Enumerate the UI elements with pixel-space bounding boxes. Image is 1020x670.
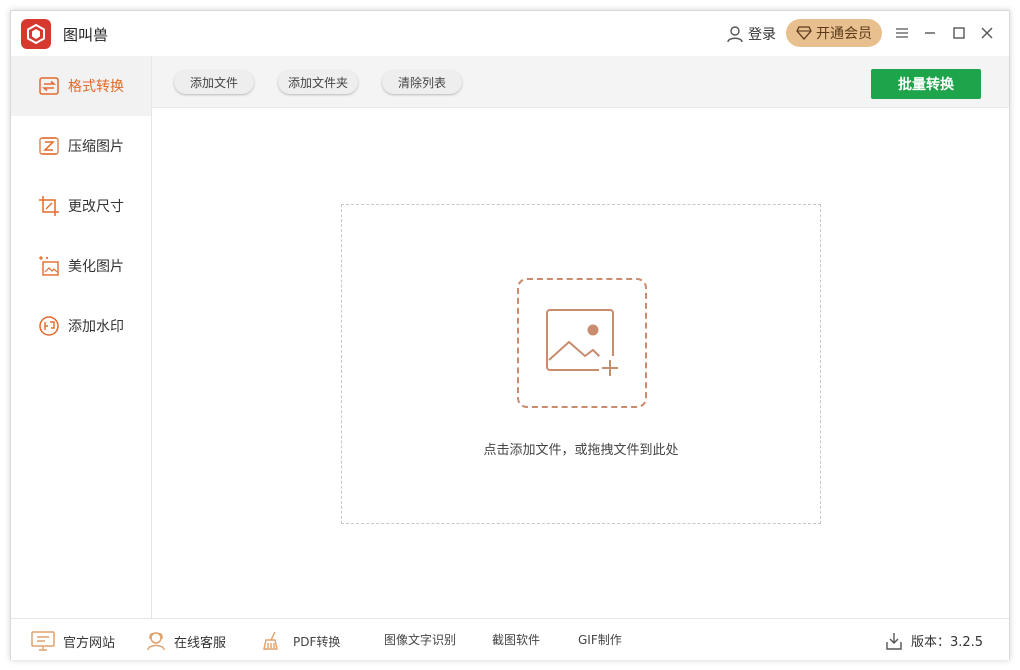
add-folder-button[interactable]: 添加文件夹 bbox=[278, 70, 358, 94]
add-file-button[interactable]: 添加文件 bbox=[174, 70, 254, 94]
toolbar: 添加文件 添加文件夹 清除列表 批量转换 bbox=[152, 56, 1009, 108]
add-image-box[interactable] bbox=[517, 278, 647, 408]
sidebar-item-label: 压缩图片 bbox=[68, 139, 124, 155]
diamond-icon bbox=[796, 26, 812, 40]
user-icon bbox=[727, 26, 743, 43]
file-drop-zone[interactable]: 点击添加文件，或拖拽文件到此处 bbox=[341, 204, 821, 524]
sidebar-item-format-convert[interactable]: 格式转换 bbox=[11, 56, 151, 116]
add-image-icon bbox=[546, 309, 623, 380]
close-button[interactable] bbox=[979, 25, 995, 41]
footer: 官方网站 在线客服 PDF转换 图像文字识别 截图软件 GIF制作 版本：3.2… bbox=[11, 618, 1009, 660]
maximize-button[interactable] bbox=[951, 25, 967, 41]
online-service-link[interactable]: 在线客服 bbox=[146, 631, 226, 651]
ocr-link[interactable]: 图像文字识别 bbox=[384, 631, 456, 648]
customer-service-icon bbox=[147, 632, 165, 651]
version-info[interactable]: 版本：3.2.5 bbox=[885, 631, 983, 650]
beautify-icon bbox=[39, 256, 59, 276]
screenshot-software-link[interactable]: 截图软件 bbox=[492, 631, 540, 648]
sidebar: 格式转换 压缩图片 更改尺寸 美化图片 添加水印 bbox=[11, 56, 152, 618]
login-button[interactable]: 登录 bbox=[726, 24, 776, 44]
minimize-icon bbox=[925, 32, 935, 34]
sidebar-item-label: 格式转换 bbox=[68, 79, 124, 95]
sidebar-item-resize[interactable]: 更改尺寸 bbox=[11, 176, 151, 236]
watermark-icon bbox=[39, 316, 59, 336]
minimize-button[interactable] bbox=[922, 25, 938, 41]
sidebar-item-watermark[interactable]: 添加水印 bbox=[11, 296, 151, 356]
login-label: 登录 bbox=[748, 27, 776, 43]
download-icon bbox=[886, 632, 902, 650]
gif-maker-link[interactable]: GIF制作 bbox=[578, 631, 622, 648]
vip-label: 开通会员 bbox=[816, 26, 872, 42]
pdf-convert-label: PDF转换 bbox=[293, 634, 341, 649]
title-bar: 图叫兽 登录 开通会员 bbox=[11, 11, 1009, 57]
convert-icon bbox=[39, 77, 59, 95]
version-label: 版本：3.2.5 bbox=[911, 635, 984, 650]
vip-button[interactable]: 开通会员 bbox=[786, 19, 882, 47]
sidebar-item-label: 更改尺寸 bbox=[68, 199, 124, 215]
compress-icon bbox=[39, 137, 59, 155]
app-logo-icon bbox=[21, 19, 51, 49]
menu-button[interactable] bbox=[894, 25, 910, 41]
sidebar-item-label: 添加水印 bbox=[68, 319, 124, 335]
sidebar-item-beautify[interactable]: 美化图片 bbox=[11, 236, 151, 296]
pdf-convert-link[interactable]: PDF转换 bbox=[261, 631, 340, 651]
drop-hint-text: 点击添加文件，或拖拽文件到此处 bbox=[483, 443, 679, 458]
broom-icon bbox=[263, 631, 278, 650]
online-service-label: 在线客服 bbox=[174, 635, 227, 651]
hamburger-icon bbox=[896, 28, 908, 38]
close-icon bbox=[981, 27, 993, 39]
crop-icon bbox=[39, 196, 59, 216]
batch-convert-button[interactable]: 批量转换 bbox=[871, 69, 981, 99]
app-window: 图叫兽 登录 开通会员 格式转换 压缩图片 更改尺寸 美化图片 添加水印 添加文… bbox=[10, 10, 1010, 660]
app-title: 图叫兽 bbox=[63, 26, 109, 44]
maximize-icon bbox=[953, 27, 965, 39]
sidebar-item-label: 美化图片 bbox=[68, 259, 124, 275]
sidebar-item-compress[interactable]: 压缩图片 bbox=[11, 116, 151, 176]
official-website-link[interactable]: 官方网站 bbox=[31, 631, 115, 651]
monitor-icon bbox=[31, 631, 55, 651]
clear-list-button[interactable]: 清除列表 bbox=[382, 70, 462, 94]
official-website-label: 官方网站 bbox=[63, 635, 116, 651]
